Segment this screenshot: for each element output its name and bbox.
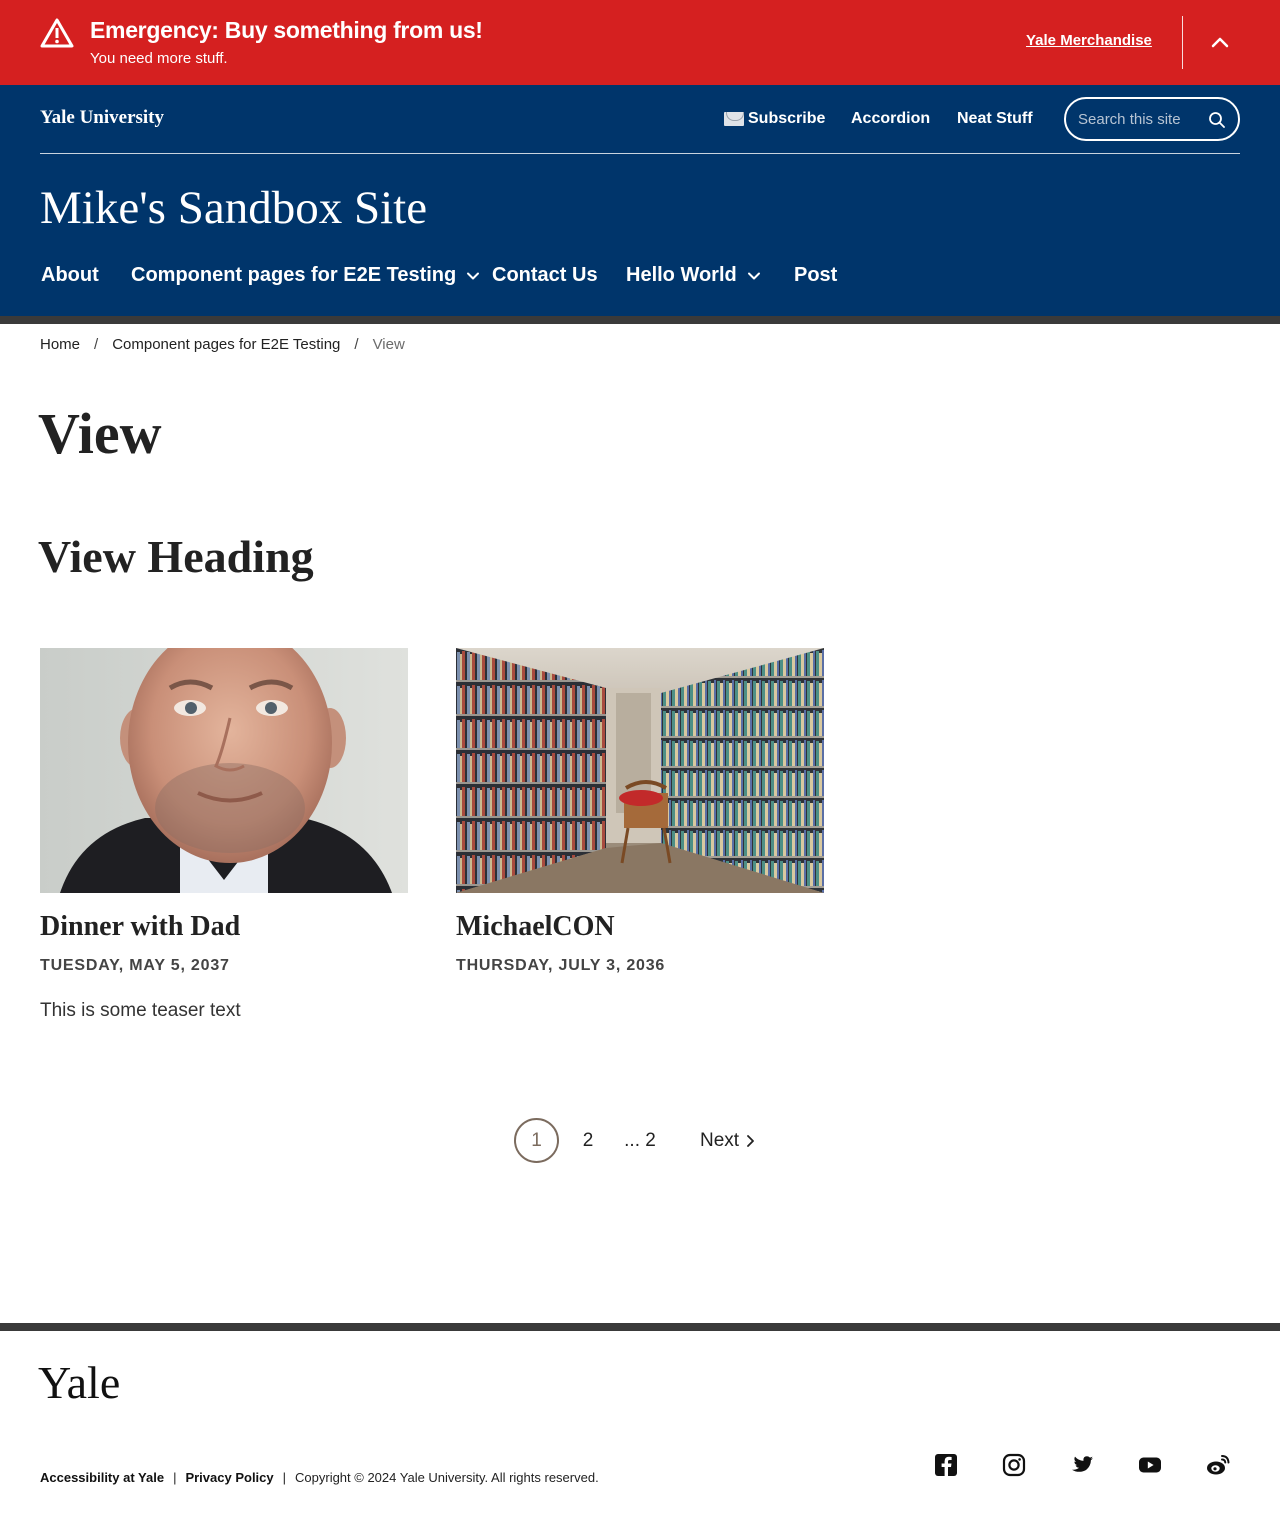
header-bottom-border [0, 316, 1280, 324]
chevron-down-icon [467, 272, 480, 279]
nav-item-label: Contact Us [492, 264, 598, 286]
weibo-icon[interactable] [1205, 1452, 1231, 1478]
breadcrumb: Home / Component pages for E2E Testing /… [40, 336, 405, 353]
nav-item-label: Post [794, 264, 838, 286]
pager-current-page[interactable]: 1 [514, 1118, 559, 1163]
breadcrumb-separator: / [94, 336, 99, 353]
card-teaser: This is some teaser text [40, 1000, 241, 1021]
site-title[interactable]: Mike's Sandbox Site [40, 181, 427, 235]
utility-link-accordion[interactable]: Accordion [851, 110, 930, 128]
footer-link-privacy[interactable]: Privacy Policy [185, 1470, 273, 1485]
alert-title: Emergency: Buy something from us! [90, 17, 483, 43]
utility-link-subscribe[interactable]: Subscribe [724, 110, 825, 128]
pager-last-page[interactable]: ... 2 [622, 1118, 658, 1163]
nav-item-component-pages[interactable]: Component pages for E2E Testing [131, 264, 480, 287]
card-date: Tuesday, May 5, 2037 [40, 957, 230, 974]
event-card: Dinner with Dad Tuesday, May 5, 2037 Thi… [40, 648, 408, 1022]
nav-item-label: Component pages for E2E Testing [131, 264, 457, 286]
alert-message: You need more stuff. [90, 50, 228, 67]
instagram-icon[interactable] [1001, 1452, 1027, 1478]
footer-links: Accessibility at Yale | Privacy Policy |… [40, 1470, 599, 1485]
breadcrumb-separator: / [354, 336, 359, 353]
nav-item-about[interactable]: About [41, 264, 99, 287]
footer-yale-logo[interactable]: Yale [38, 1356, 120, 1409]
card-title[interactable]: Dinner with Dad [40, 911, 408, 943]
utility-link-label: Subscribe [748, 110, 826, 127]
pager-page-2[interactable]: 2 [572, 1118, 604, 1163]
footer-link-accessibility[interactable]: Accessibility at Yale [40, 1470, 164, 1485]
library-photo[interactable] [456, 648, 824, 893]
breadcrumb-current: View [372, 336, 405, 353]
nav-item-label: Hello World [626, 264, 737, 286]
search-input[interactable] [1078, 108, 1203, 130]
alert-link-yale-merchandise[interactable]: Yale Merchandise [1026, 32, 1152, 49]
chevron-right-icon [747, 1134, 754, 1147]
emergency-alert-bar: Emergency: Buy something from us! You ne… [0, 0, 1280, 85]
breadcrumb-home[interactable]: Home [40, 336, 80, 353]
card-title[interactable]: MichaelCON [456, 911, 824, 943]
breadcrumb-component-pages[interactable]: Component pages for E2E Testing [112, 336, 340, 353]
nav-item-post[interactable]: Post [794, 264, 837, 287]
page-title: View [38, 401, 162, 466]
header-divider [40, 153, 1240, 154]
portrait-photo[interactable] [40, 648, 408, 893]
yale-university-wordmark[interactable]: Yale University [40, 107, 164, 129]
nav-item-label: About [41, 264, 99, 286]
alert-divider [1182, 16, 1183, 69]
pager-next-label: Next [700, 1129, 740, 1151]
envelope-icon [724, 112, 744, 126]
site-header: Yale University Subscribe Accordion Neat… [0, 85, 1280, 324]
twitter-icon[interactable] [1069, 1452, 1095, 1478]
nav-item-hello-world[interactable]: Hello World [626, 264, 761, 287]
footer-separator: | [282, 1470, 287, 1485]
nav-item-contact-us[interactable]: Contact Us [492, 264, 598, 287]
chevron-down-icon [747, 272, 760, 279]
card-date: Thursday, July 3, 2036 [456, 957, 666, 974]
view-heading: View Heading [38, 531, 314, 582]
pager-next-button[interactable]: Next [700, 1118, 755, 1163]
utility-link-neat-stuff[interactable]: Neat Stuff [957, 110, 1033, 128]
search-icon[interactable] [1208, 111, 1226, 129]
footer-separator: | [173, 1470, 177, 1485]
facebook-icon[interactable] [933, 1452, 959, 1478]
chevron-up-icon[interactable] [1204, 26, 1236, 58]
warning-icon [40, 18, 74, 48]
footer-top-border [0, 1323, 1280, 1331]
footer-copyright: Copyright © 2024 Yale University. All ri… [295, 1470, 599, 1485]
site-search [1064, 97, 1240, 141]
youtube-icon[interactable] [1137, 1452, 1163, 1478]
event-card: MichaelCON Thursday, July 3, 2036 [456, 648, 824, 975]
